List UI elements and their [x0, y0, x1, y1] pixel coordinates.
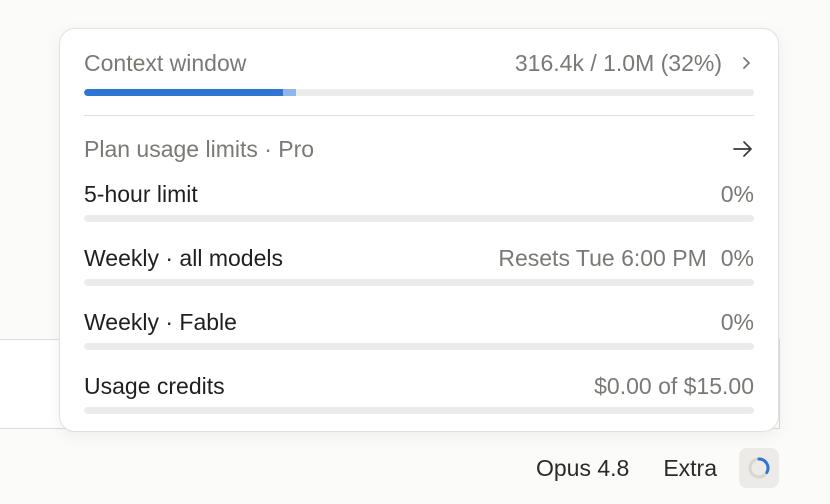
limit-label: Weekly · Fable: [84, 308, 237, 335]
mode-selector[interactable]: Extra: [663, 455, 717, 482]
limit-value: 0%: [720, 308, 754, 335]
limit-right: Resets Tue 6:00 PM 0%: [498, 245, 754, 272]
limit-label: Usage credits: [84, 372, 225, 399]
limit-row-weekly-all: Weekly · all models Resets Tue 6:00 PM 0…: [84, 242, 754, 274]
limit-bar-weekly-all: [84, 279, 754, 286]
usage-popover: Context window 316.4k / 1.0M (32%) Plan …: [59, 28, 779, 432]
plan-usage-title: Plan usage limits · Pro: [84, 135, 315, 162]
limit-value: 0%: [720, 180, 754, 207]
model-selector[interactable]: Opus 4.8: [536, 455, 629, 482]
chevron-right-icon: [743, 57, 750, 69]
limit-row-usage-credits: Usage credits $0.00 of $15.00: [84, 370, 754, 402]
limit-bar-5-hour: [84, 215, 754, 222]
usage-status-button[interactable]: [739, 448, 779, 488]
context-window-title: Context window: [84, 49, 247, 76]
context-window-value: 316.4k / 1.0M (32%): [514, 49, 722, 76]
arrow-right-icon[interactable]: [732, 140, 754, 158]
context-window-row[interactable]: Context window 316.4k / 1.0M (32%): [84, 47, 754, 79]
section-divider: [84, 115, 754, 116]
progress-ring-icon: [748, 457, 770, 479]
limit-bar-usage-credits: [84, 407, 754, 414]
limit-value: 0%: [720, 244, 754, 271]
limit-reset-note: Resets Tue 6:00 PM: [498, 244, 707, 271]
context-window-bar-fill: [84, 89, 284, 96]
context-window-bar: [84, 89, 754, 96]
limit-row-weekly-fable: Weekly · Fable 0%: [84, 306, 754, 338]
context-window-right: 316.4k / 1.0M (32%): [515, 50, 754, 77]
limit-bar-weekly-fable: [84, 343, 754, 350]
limit-label: 5-hour limit: [84, 180, 198, 207]
composer-footer: Opus 4.8 Extra: [536, 448, 717, 488]
plan-usage-row[interactable]: Plan usage limits · Pro: [84, 133, 754, 165]
limit-value: $0.00 of $15.00: [594, 372, 754, 399]
context-window-bar-cache-fill: [283, 89, 296, 96]
limit-label: Weekly · all models: [84, 244, 283, 271]
limit-row-5-hour: 5-hour limit 0%: [84, 178, 754, 210]
